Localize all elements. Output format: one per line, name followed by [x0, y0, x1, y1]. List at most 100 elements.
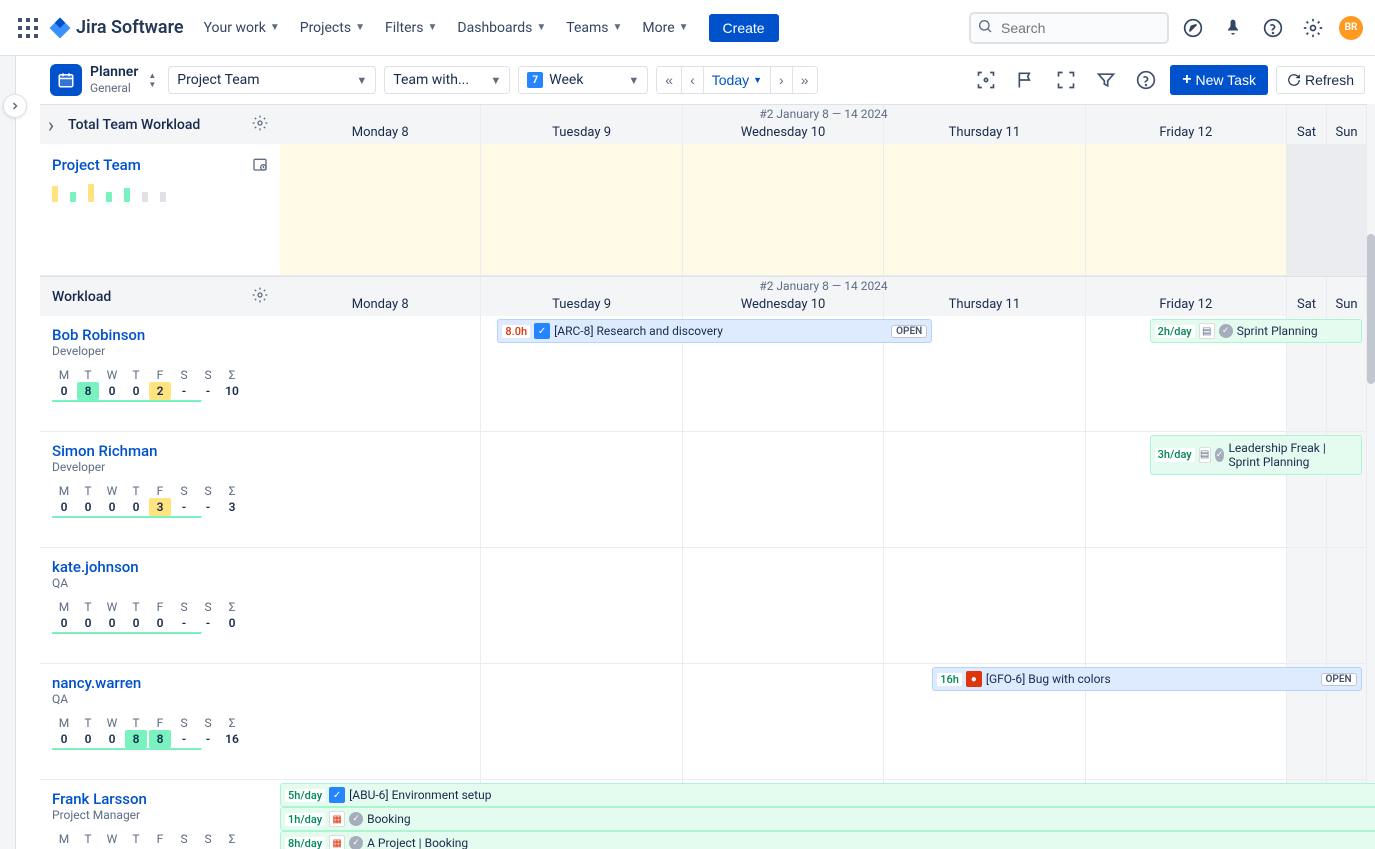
day-head: Tuesday 9 — [481, 277, 682, 316]
person-card: nancy.warrenQAMTWTFSSΣ00088--16 — [40, 664, 280, 780]
nav-dashboards[interactable]: Dashboards▼ — [449, 14, 554, 42]
fullscreen-icon[interactable] — [1050, 64, 1082, 96]
day-head-weekend: Sat — [1287, 105, 1327, 144]
planner-switch-icon: ▲▼ — [148, 71, 156, 89]
total-workload-header[interactable]: Total Team Workload — [40, 104, 280, 144]
day-head: Thursday 11 — [884, 277, 1085, 316]
person-role: Project Manager — [52, 808, 268, 822]
person-row-simon: 3h/day ▤ ✓ Leadership Freak | Sprint Pla… — [280, 432, 1367, 548]
nav-your-work[interactable]: Your work▼ — [196, 14, 288, 42]
settings-icon[interactable] — [1297, 12, 1329, 44]
top-nav: Jira Software Your work▼ Projects▼ Filte… — [0, 0, 1375, 56]
search-input[interactable] — [969, 12, 1169, 44]
person-name[interactable]: Bob Robinson — [52, 326, 268, 344]
workload-table: MTWTFSSΣ00003--3 — [52, 484, 268, 518]
scrollbar[interactable] — [1367, 104, 1375, 849]
chevron-down-icon: ▼ — [679, 22, 689, 33]
app-switcher-icon[interactable] — [12, 12, 44, 44]
task-card[interactable]: 3h/day ▤ ✓ Leadership Freak | Sprint Pla… — [1150, 435, 1362, 475]
planner-subtitle: General — [90, 81, 138, 95]
task-label: A Project | Booking — [367, 836, 468, 849]
create-button[interactable]: Create — [709, 14, 779, 42]
event-icon: ▤ — [1199, 323, 1215, 339]
person-row-frank: 5h/day ✓ [ABU-6] Environment setup OPEN … — [280, 780, 1367, 849]
task-duration: 8h/day — [285, 837, 325, 849]
day-head-weekend: Sun — [1327, 105, 1367, 144]
task-card[interactable]: 2h/day ▤ ✓ Sprint Planning — [1150, 319, 1362, 343]
task-duration: 3h/day — [1155, 448, 1195, 461]
compass-icon[interactable] — [1177, 12, 1209, 44]
nav-projects[interactable]: Projects▼ — [292, 14, 373, 42]
today-button[interactable]: Today▼ — [704, 67, 771, 93]
task-card[interactable]: 16h ● [GFO-6] Bug with colors OPEN — [932, 667, 1361, 691]
task-duration: 8.0h — [502, 325, 530, 338]
notifications-icon[interactable] — [1217, 12, 1249, 44]
search-box — [969, 12, 1169, 44]
nav-next-button[interactable]: › — [771, 67, 793, 93]
sidebar-expand-button[interactable] — [3, 94, 27, 118]
task-duration: 2h/day — [1155, 325, 1195, 338]
day-head-weekend: Sun — [1327, 277, 1367, 316]
nav-filters[interactable]: Filters▼ — [377, 14, 445, 42]
task-card[interactable]: 8h/day ▦ ✓ A Project | Booking — [280, 831, 1375, 849]
task-duration: 1h/day — [285, 813, 325, 826]
day-head: Tuesday 9 — [481, 105, 682, 144]
nav-last-button[interactable]: » — [793, 67, 817, 93]
person-row-kate — [280, 548, 1367, 664]
nav-teams[interactable]: Teams▼ — [558, 14, 630, 42]
person-name[interactable]: kate.johnson — [52, 558, 268, 576]
nav-more[interactable]: More▼ — [634, 14, 696, 42]
person-name[interactable]: nancy.warren — [52, 674, 268, 692]
nav-first-button[interactable]: « — [657, 67, 682, 93]
chevron-down-icon: ▼ — [536, 22, 546, 33]
task-card[interactable]: 8.0h ✓ [ARC-8] Research and discovery OP… — [497, 319, 932, 343]
team-name-label[interactable]: Project Team — [52, 156, 268, 174]
task-type-icon: ✓ — [329, 787, 345, 803]
help-icon[interactable] — [1257, 12, 1289, 44]
check-icon: ✓ — [349, 836, 363, 849]
person-card: Frank LarssonProject ManagerMTWTFSSΣ — [40, 780, 280, 849]
person-name[interactable]: Frank Larsson — [52, 790, 268, 808]
filter-select[interactable]: Team with...▼ — [384, 66, 510, 94]
days-header: #2 January 8 — 14 2024 Monday 8 Tuesday … — [280, 104, 1367, 144]
person-row-bob: 8.0h ✓ [ARC-8] Research and discovery OP… — [280, 316, 1367, 432]
refresh-icon — [1287, 73, 1301, 87]
help-toolbar-icon[interactable] — [1130, 64, 1162, 96]
jira-logo-icon — [48, 16, 72, 40]
focus-icon[interactable] — [970, 64, 1002, 96]
user-avatar[interactable]: BR — [1339, 16, 1363, 40]
calendar-icon: 7 — [527, 72, 543, 88]
chevron-down-icon: ▼ — [428, 22, 438, 33]
planner-icon — [50, 64, 82, 96]
new-task-button[interactable]: +New Task — [1170, 65, 1268, 95]
filter-icon[interactable] — [1090, 64, 1122, 96]
flag-icon[interactable] — [1010, 64, 1042, 96]
task-card[interactable]: 1h/day ▦ ✓ Booking — [280, 807, 1375, 831]
person-role: QA — [52, 692, 268, 706]
workload-header[interactable]: Workload — [40, 276, 280, 316]
team-schedule-icon[interactable] — [252, 156, 268, 176]
day-head: Friday 12 — [1086, 105, 1287, 144]
task-duration: 5h/day — [285, 789, 325, 802]
team-row-cells — [280, 144, 1367, 276]
person-role: Developer — [52, 344, 268, 358]
jira-logo[interactable]: Jira Software — [48, 16, 184, 40]
chevron-down-icon: ▼ — [628, 74, 639, 87]
planner-switcher[interactable]: Planner General ▲▼ — [50, 64, 160, 96]
person-role: QA — [52, 576, 268, 590]
team-select[interactable]: Project Team▼ — [168, 66, 376, 94]
workload-table: MTWTFSSΣ00000--0 — [52, 600, 268, 634]
task-card[interactable]: 5h/day ✓ [ABU-6] Environment setup OPEN — [280, 783, 1375, 807]
task-label: [ARC-8] Research and discovery — [554, 324, 723, 338]
person-name[interactable]: Simon Richman — [52, 442, 268, 460]
view-select[interactable]: 7Week ▼ — [518, 66, 648, 94]
refresh-button[interactable]: Refresh — [1276, 66, 1365, 94]
days-header-2: #2 January 8 — 14 2024 Monday 8 Tuesday … — [280, 276, 1367, 316]
task-type-icon: ✓ — [534, 323, 550, 339]
gear-icon[interactable] — [252, 287, 268, 307]
nav-prev-button[interactable]: ‹ — [682, 67, 704, 93]
jira-logo-text: Jira Software — [76, 17, 184, 38]
chevron-down-icon: ▼ — [753, 75, 762, 85]
gear-icon[interactable] — [252, 115, 268, 135]
chevron-down-icon: ▼ — [355, 22, 365, 33]
